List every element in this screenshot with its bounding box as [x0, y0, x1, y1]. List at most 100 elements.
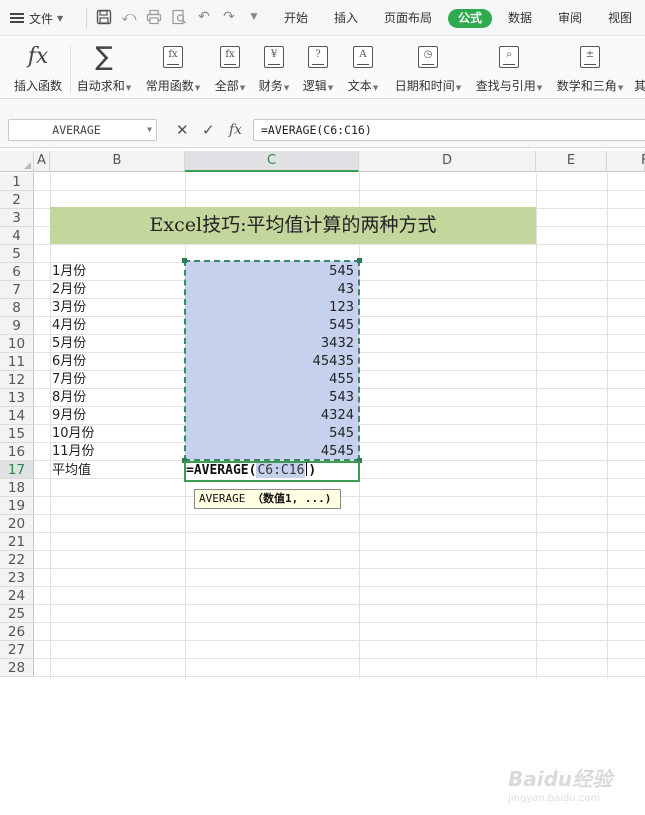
- watermark-url: jingyan.baidu.com: [508, 793, 601, 804]
- more-functions-button[interactable]: 其: [634, 43, 645, 97]
- range-handle[interactable]: [182, 258, 187, 263]
- insert-function-button[interactable]: fx 插入函数: [10, 43, 66, 97]
- math-functions-button[interactable]: ± 数学和三角▼: [552, 43, 628, 97]
- save-icon[interactable]: [96, 9, 112, 25]
- all-functions-button[interactable]: fx 全部▼: [210, 43, 250, 97]
- average-label[interactable]: 平均值: [52, 462, 91, 480]
- row-header-15[interactable]: 15: [0, 425, 34, 443]
- cell-formula-text[interactable]: =AVERAGE(C6:C16): [186, 462, 316, 480]
- column-header-f[interactable]: F: [607, 151, 645, 172]
- row-header-6[interactable]: 6: [0, 263, 34, 281]
- text-icon: A: [353, 46, 373, 68]
- month-label-cell[interactable]: 9月份: [52, 407, 86, 425]
- select-all-corner[interactable]: [0, 151, 34, 172]
- tab-home[interactable]: 开始: [284, 9, 308, 28]
- logical-functions-button[interactable]: ? 逻辑▼: [298, 43, 338, 97]
- redo-icon[interactable]: ↷: [221, 9, 237, 25]
- row-header-9[interactable]: 9: [0, 317, 34, 335]
- month-label-cell[interactable]: 11月份: [52, 443, 95, 461]
- lookup-functions-button[interactable]: ⌕ 查找与引用▼: [471, 43, 547, 97]
- row-header-12[interactable]: 12: [0, 371, 34, 389]
- undo-icon[interactable]: ↶: [196, 9, 212, 25]
- lookup-icon: ⌕: [499, 46, 519, 68]
- row-header-8[interactable]: 8: [0, 299, 34, 317]
- month-label-cell[interactable]: 4月份: [52, 317, 86, 335]
- row-header-23[interactable]: 23: [0, 569, 34, 587]
- row-header-4[interactable]: 4: [0, 227, 34, 245]
- row-header-21[interactable]: 21: [0, 533, 34, 551]
- chevron-down-icon: ▼: [194, 84, 201, 92]
- row-header-5[interactable]: 5: [0, 245, 34, 263]
- month-label-cell[interactable]: 6月份: [52, 353, 86, 371]
- print-preview-icon[interactable]: [171, 9, 187, 25]
- row-header-22[interactable]: 22: [0, 551, 34, 569]
- row-header-28[interactable]: 28: [0, 659, 34, 677]
- all-functions-label: 全部: [214, 79, 239, 93]
- month-label-cell[interactable]: 8月份: [52, 389, 86, 407]
- row-header-1[interactable]: 1: [0, 173, 34, 191]
- row-header-3[interactable]: 3: [0, 209, 34, 227]
- month-label-cell[interactable]: 1月份: [52, 263, 86, 281]
- chevron-down-icon: ▼: [239, 84, 246, 92]
- financial-functions-button[interactable]: ¥ 财务▼: [254, 43, 294, 97]
- tab-page-layout[interactable]: 页面布局: [384, 9, 432, 28]
- month-label-cell[interactable]: 7月份: [52, 371, 86, 389]
- confirm-icon[interactable]: ✓: [202, 121, 215, 139]
- name-box[interactable]: AVERAGE ▼: [8, 119, 157, 141]
- row-header-27[interactable]: 27: [0, 641, 34, 659]
- row-header-24[interactable]: 24: [0, 587, 34, 605]
- column-header-e[interactable]: E: [536, 151, 607, 172]
- month-label-cell[interactable]: 10月份: [52, 425, 95, 443]
- autosum-label: 自动求和: [76, 79, 125, 93]
- tab-view[interactable]: 视图: [608, 9, 632, 28]
- row-header-16[interactable]: 16: [0, 443, 34, 461]
- month-label-cell[interactable]: 2月份: [52, 281, 86, 299]
- column-header-c[interactable]: C: [185, 151, 359, 172]
- column-header-b[interactable]: B: [50, 151, 185, 172]
- tab-data[interactable]: 数据: [508, 9, 532, 28]
- range-handle[interactable]: [357, 258, 362, 263]
- more-functions-label: 其: [634, 79, 645, 93]
- grid-line: [34, 568, 645, 569]
- sheet-title[interactable]: Excel技巧:平均值计算的两种方式: [50, 207, 536, 244]
- common-functions-button[interactable]: fx 常用函数▼: [142, 43, 204, 97]
- row-header-2[interactable]: 2: [0, 191, 34, 209]
- row-header-17[interactable]: 17: [0, 461, 34, 479]
- print-icon[interactable]: [146, 9, 162, 25]
- autosum-button[interactable]: ∑ 自动求和▼: [73, 43, 135, 97]
- row-header-26[interactable]: 26: [0, 623, 34, 641]
- chevron-down-icon[interactable]: ▼: [147, 120, 152, 140]
- row-header-13[interactable]: 13: [0, 389, 34, 407]
- fx-icon[interactable]: fx: [229, 121, 242, 139]
- row-header-25[interactable]: 25: [0, 605, 34, 623]
- row-header-19[interactable]: 19: [0, 497, 34, 515]
- tab-formulas[interactable]: 公式: [448, 9, 493, 28]
- formula-input[interactable]: =AVERAGE(C6:C16): [253, 119, 645, 141]
- quick-access-more-icon[interactable]: ▼: [246, 9, 262, 25]
- row-header-20[interactable]: 20: [0, 515, 34, 533]
- formula-prefix: =AVERAGE(: [186, 463, 257, 478]
- menu-bar: 文件 ▼ ⤺ ↶ ↷ ▼ 开始 插入 页面布局 公式 数据 审阅 视图: [0, 0, 645, 36]
- file-menu-button[interactable]: 文件 ▼: [10, 9, 63, 27]
- clock-icon: ◷: [418, 46, 438, 68]
- column-header-a[interactable]: A: [34, 151, 50, 172]
- undo-history-icon[interactable]: ⤺: [121, 9, 137, 25]
- row-header-14[interactable]: 14: [0, 407, 34, 425]
- chevron-down-icon: ▼: [617, 84, 624, 92]
- row-header-10[interactable]: 10: [0, 335, 34, 353]
- row-header-18[interactable]: 18: [0, 479, 34, 497]
- month-label-cell[interactable]: 5月份: [52, 335, 86, 353]
- all-functions-icon: fx: [220, 46, 240, 68]
- tab-insert[interactable]: 插入: [334, 9, 358, 28]
- text-functions-button[interactable]: A 文本▼: [343, 43, 383, 97]
- datetime-functions-button[interactable]: ◷ 日期和时间▼: [390, 43, 466, 97]
- formula-bar: AVERAGE ▼ ✕ ✓ fx =AVERAGE(C6:C16): [0, 100, 645, 148]
- range-reference-border: [184, 260, 360, 461]
- tooltip-args: （数值1, ...): [251, 492, 332, 505]
- cancel-icon[interactable]: ✕: [176, 121, 189, 139]
- column-header-d[interactable]: D: [359, 151, 536, 172]
- tab-review[interactable]: 审阅: [558, 9, 582, 28]
- month-label-cell[interactable]: 3月份: [52, 299, 86, 317]
- row-header-7[interactable]: 7: [0, 281, 34, 299]
- row-header-11[interactable]: 11: [0, 353, 34, 371]
